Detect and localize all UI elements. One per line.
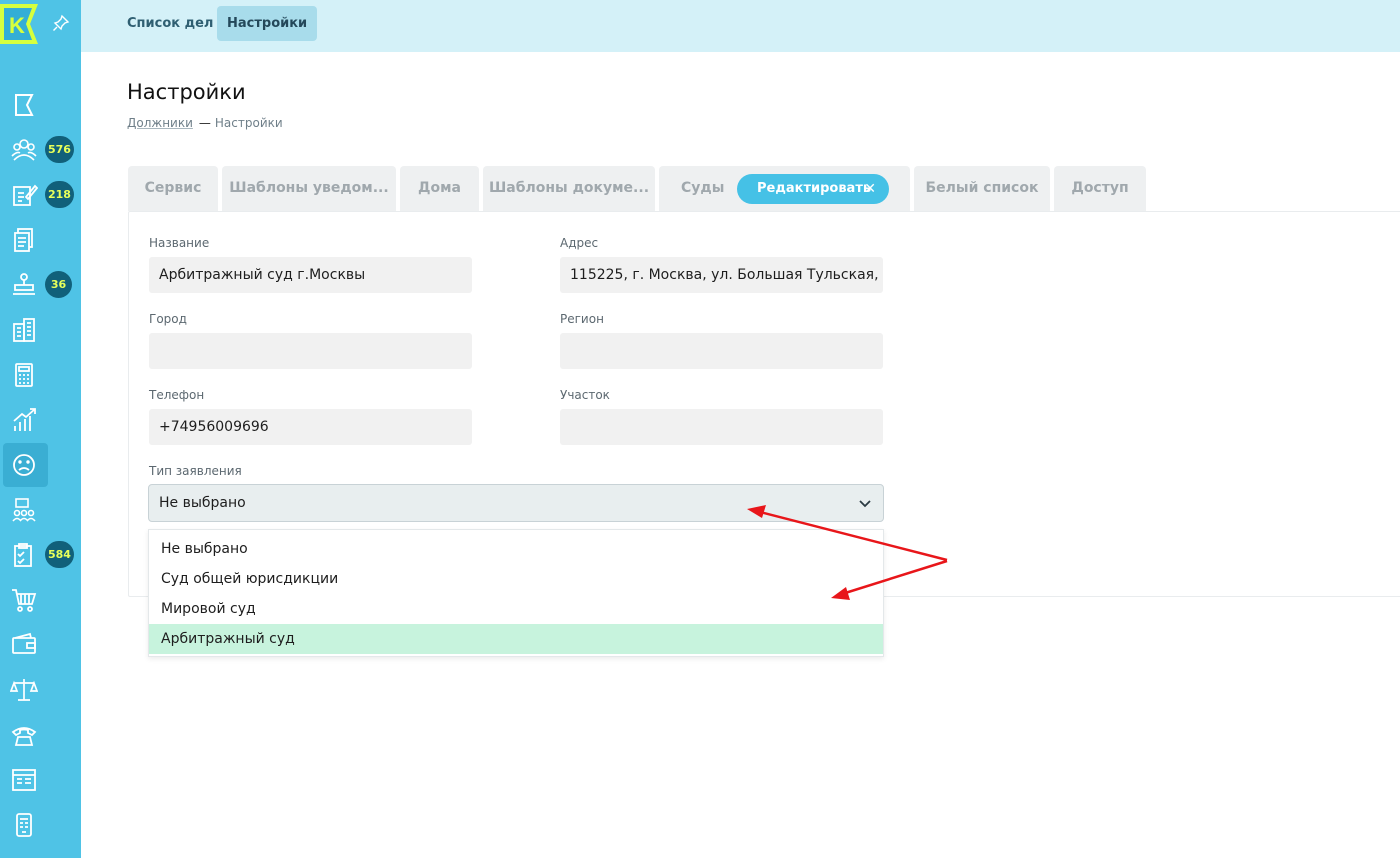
calculator-icon	[15, 363, 33, 387]
phone-input[interactable]: +74956009696	[149, 409, 472, 445]
sidebar-item-debtors[interactable]: 576	[0, 128, 81, 172]
breadcrumb-link-debtors[interactable]: Должники	[127, 116, 193, 130]
edit-court-pill[interactable]: Редактировать ✕	[737, 174, 889, 204]
application-type-selected-value: Не выбрано	[159, 495, 246, 511]
sidebar-item-mobile[interactable]	[0, 803, 81, 847]
logo-icon[interactable]: K	[0, 4, 40, 44]
tab-houses[interactable]: Дома	[400, 166, 479, 211]
tab-courts-label: Суды	[681, 180, 725, 196]
tab-document-templates[interactable]: Шаблоны докуме...	[483, 166, 655, 211]
phone-icon	[11, 727, 37, 746]
address-label: Адрес	[560, 236, 599, 250]
region-input[interactable]	[560, 333, 883, 369]
sidebar-item-phone[interactable]	[0, 713, 81, 757]
checklist-count-badge: 584	[45, 541, 74, 568]
sidebar-item-team[interactable]	[0, 488, 81, 532]
top-tab-bar: Список дел Настройки	[81, 0, 1400, 52]
edit-document-icon	[13, 184, 38, 206]
team-icon	[12, 498, 36, 522]
tasks-count-badge: 218	[45, 181, 74, 208]
debtors-count-badge: 576	[45, 136, 74, 163]
sidebar-item-browser[interactable]	[0, 758, 81, 802]
sidebar-item-complaints[interactable]	[0, 443, 81, 487]
browser-window-icon	[12, 769, 36, 791]
sidebar-item-checklist[interactable]: 584	[0, 533, 81, 577]
option-general-court[interactable]: Суд общей юрисдикции	[149, 564, 883, 594]
top-tab-task-list[interactable]: Список дел	[117, 6, 223, 41]
scales-icon	[10, 679, 38, 701]
shopping-cart-icon	[12, 589, 37, 612]
option-not-selected[interactable]: Не выбрано	[149, 534, 883, 564]
application-type-label: Тип заявления	[149, 464, 242, 478]
sidebar: K 576 218 36 584	[0, 0, 81, 858]
tab-notice-templates[interactable]: Шаблоны уведом...	[222, 166, 396, 211]
pin-icon[interactable]	[52, 14, 70, 32]
people-group-icon	[11, 139, 37, 161]
application-type-select[interactable]: Не выбрано	[148, 484, 884, 522]
claims-count-badge: 36	[45, 271, 72, 298]
stamp-icon	[13, 273, 35, 295]
chart-growth-icon	[13, 408, 36, 431]
address-input[interactable]: 115225, г. Москва, ул. Большая Тульская,…	[560, 257, 883, 293]
name-input[interactable]: Арбитражный суд г.Москвы	[149, 257, 472, 293]
sad-face-icon	[13, 454, 35, 476]
phone-label: Телефон	[149, 388, 205, 402]
city-input[interactable]	[149, 333, 472, 369]
breadcrumb: Должники — Настройки	[127, 116, 283, 130]
mobile-app-icon	[16, 813, 32, 837]
page-title: Настройки	[127, 80, 246, 104]
sidebar-item-wallet[interactable]	[0, 623, 81, 667]
district-input[interactable]	[560, 409, 883, 445]
sidebar-item-cart[interactable]	[0, 578, 81, 622]
sidebar-item-buildings[interactable]	[0, 308, 81, 352]
region-label: Регион	[560, 312, 604, 326]
option-magistrate-court[interactable]: Мировой суд	[149, 594, 883, 624]
documents-icon	[14, 228, 33, 252]
chevron-down-icon	[859, 500, 871, 508]
building-icon	[13, 318, 35, 342]
wallet-icon	[12, 632, 36, 654]
district-label: Участок	[560, 388, 610, 402]
tab-access[interactable]: Доступ	[1054, 166, 1146, 211]
top-tab-settings[interactable]: Настройки	[217, 6, 318, 41]
edit-court-label: Редактировать	[757, 181, 872, 196]
name-label: Название	[149, 236, 210, 250]
close-icon[interactable]: ✕	[864, 174, 876, 204]
tab-whitelist[interactable]: Белый список	[914, 166, 1050, 211]
breadcrumb-current: Настройки	[214, 116, 283, 130]
breadcrumb-separator: —	[198, 116, 211, 130]
svg-text:K: K	[9, 13, 25, 38]
sidebar-item-analytics[interactable]	[0, 398, 81, 442]
sidebar-item-calculator[interactable]	[0, 353, 81, 397]
sidebar-item-flag[interactable]	[0, 83, 81, 127]
clipboard-check-icon	[14, 543, 32, 567]
application-type-dropdown: Не выбрано Суд общей юрисдикции Мировой …	[148, 529, 884, 657]
flag-icon	[15, 94, 34, 116]
sidebar-item-tasks[interactable]: 218	[0, 173, 81, 217]
city-label: Город	[149, 312, 187, 326]
tab-service[interactable]: Сервис	[128, 166, 218, 211]
sidebar-item-documents[interactable]	[0, 218, 81, 262]
sidebar-item-law[interactable]	[0, 668, 81, 712]
sidebar-item-claims[interactable]: 36	[0, 263, 81, 307]
option-arbitration-court[interactable]: Арбитражный суд	[149, 624, 883, 654]
